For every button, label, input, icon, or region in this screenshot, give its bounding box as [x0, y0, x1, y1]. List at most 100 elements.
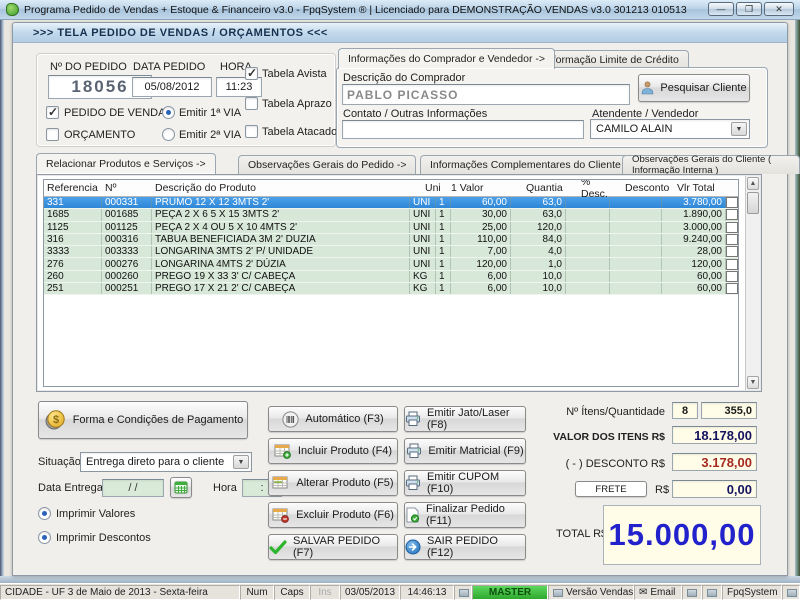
- header-vlr-total[interactable]: Vlr Total: [674, 182, 738, 194]
- scroll-thumb[interactable]: [747, 192, 759, 214]
- product-table: Referencia Nº Descrição do Produto Uni 1…: [36, 174, 762, 392]
- emitir-matricial-button[interactable]: Emitir Matricial (F9): [404, 438, 526, 464]
- tab-comprador[interactable]: Informações do Comprador e Vendedor ->: [338, 48, 555, 69]
- table-row[interactable]: 331 000331 PRUMO 12 X 12 3MTS 2' UNI 1 60,00 6…: [44, 197, 738, 210]
- table-scrollbar[interactable]: ▲ ▼: [745, 176, 760, 390]
- maximize-button[interactable]: ❐: [736, 2, 762, 16]
- tab-observacoes-pedido[interactable]: Observações Gerais do Pedido ->: [238, 155, 417, 174]
- sair-pedido-button[interactable]: SAIR PEDIDO (F12): [404, 534, 526, 560]
- email-icon: ✉: [639, 587, 648, 598]
- header-valor[interactable]: 1 Valor: [448, 182, 523, 194]
- header-numero[interactable]: Nº: [102, 182, 152, 194]
- descricao-comprador-field[interactable]: PABLO PICASSO: [342, 84, 630, 105]
- sair-pedido-label: SAIR PEDIDO (F12): [427, 535, 498, 559]
- imprimir-valores-label: Imprimir Valores: [56, 508, 136, 520]
- salvar-pedido-button[interactable]: SALVAR PEDIDO (F7): [268, 534, 398, 560]
- situacao-select[interactable]: Entrega direto para o cliente: [80, 452, 252, 472]
- desconto-label: ( - ) DESCONTO R$: [565, 458, 665, 470]
- minimize-button[interactable]: —: [708, 2, 734, 16]
- tabela-atacado-checkbox[interactable]: [245, 125, 258, 138]
- emitir-1via-label: Emitir 1ª VIA: [179, 107, 242, 119]
- tabela-aprazo-checkbox[interactable]: [245, 97, 258, 110]
- automatico-button[interactable]: Automático (F3): [268, 406, 398, 432]
- version-icon: [553, 588, 563, 597]
- pedido-venda-checkbox[interactable]: [46, 105, 59, 119]
- pedido-venda-label: PEDIDO DE VENDA: [64, 107, 166, 119]
- order-date-field[interactable]: 05/08/2012: [132, 77, 212, 97]
- frete-field: 0,00: [672, 480, 757, 498]
- pesquisar-cliente-button[interactable]: Pesquisar Cliente: [638, 74, 750, 102]
- contato-field[interactable]: [342, 120, 584, 139]
- finalizar-pedido-button[interactable]: Finalizar Pedido (F11): [404, 502, 526, 528]
- valor-itens-label: VALOR DOS ITENS R$: [553, 431, 665, 443]
- table-row[interactable]: 3333 003333 LONGARINA 3MTS 2' P/ UNIDADE UN…: [44, 246, 738, 259]
- emitir-cupom-button[interactable]: Emitir CUPOM (F10): [404, 470, 526, 496]
- app-icon: [6, 3, 19, 16]
- orcamento-label: ORÇAMENTO: [64, 129, 136, 141]
- status-bar: CIDADE - UF 3 de Maio de 2013 - Sexta-fe…: [0, 583, 800, 600]
- emitir-jato-label: Emitir Jato/Laser (F8): [427, 407, 510, 431]
- header-referencia[interactable]: Referencia: [44, 182, 102, 194]
- order-time-field[interactable]: 11:23: [216, 77, 262, 97]
- emitir-2via-radio[interactable]: [162, 128, 175, 141]
- printer-icon: [405, 411, 421, 427]
- table-row[interactable]: 1125 001125 PEÇA 2 X 4 OU 5 X 10 4MTS 2' UN…: [44, 221, 738, 234]
- status-email[interactable]: ✉ Email: [634, 585, 682, 600]
- printer-icon: [405, 475, 421, 491]
- contato-label: Contato / Outras Informações: [343, 108, 488, 120]
- emitir-matricial-label: Emitir Matricial (F9): [428, 445, 524, 457]
- orcamento-checkbox[interactable]: [46, 128, 59, 141]
- table-row[interactable]: 251 000251 PREGO 17 X 21 2' C/ CABEÇA KG 1 6,…: [44, 283, 738, 296]
- person-icon: [641, 81, 654, 95]
- header-uni[interactable]: Uni: [422, 182, 448, 194]
- header-descricao[interactable]: Descrição do Produto: [152, 182, 422, 194]
- tabela-avista-checkbox[interactable]: [245, 66, 258, 80]
- emitir-1via-radio[interactable]: [162, 106, 175, 119]
- excluir-produto-button[interactable]: Excluir Produto (F6): [268, 502, 398, 528]
- table-row[interactable]: 260 000260 PREGO 19 X 33 3' C/ CABEÇA KG 1 6,…: [44, 270, 738, 284]
- window-title: Programa Pedido de Vendas + Estoque & Fi…: [24, 3, 687, 16]
- alterar-produto-label: Alterar Produto (F5): [296, 477, 394, 489]
- product-table-body: 331 000331 PRUMO 12 X 12 3MTS 2' UNI 1 60,00 6…: [44, 197, 738, 296]
- table-row[interactable]: 276 000276 LONGARINA 4MTS 2' DÚZIA UNI 1 120,…: [44, 258, 738, 271]
- window-titlebar[interactable]: Programa Pedido de Vendas + Estoque & Fi…: [0, 0, 800, 20]
- emitir-2via-label: Emitir 2ª VIA: [179, 129, 242, 141]
- payment-button[interactable]: $ Forma e Condições de Pagamento: [38, 401, 248, 439]
- imprimir-descontos-radio[interactable]: [38, 531, 51, 544]
- atendente-select[interactable]: CAMILO ALAIN: [590, 119, 750, 139]
- alterar-produto-button[interactable]: Alterar Produto (F5): [268, 470, 398, 496]
- hora-entrega-label: Hora: [213, 482, 237, 494]
- incluir-produto-button[interactable]: Incluir Produto (F4): [268, 438, 398, 464]
- itens-quantidade-label: Nº Ítens/Quantidade: [566, 406, 665, 418]
- exit-arrow-icon: [405, 539, 421, 555]
- descricao-comprador-label: Descrição do Comprador: [343, 72, 466, 84]
- salvar-pedido-label: SALVAR PEDIDO (F7): [293, 535, 381, 559]
- header-quantia[interactable]: Quantia: [523, 182, 578, 194]
- grid-minus-icon: [272, 508, 290, 523]
- document-check-icon: [405, 507, 420, 523]
- desconto-field: 3.178,00: [672, 453, 757, 471]
- frete-button[interactable]: FRETE: [575, 481, 647, 497]
- svg-text:$: $: [53, 414, 59, 426]
- scroll-down-icon[interactable]: ▼: [747, 376, 759, 389]
- tab-produtos[interactable]: Relacionar Produtos e Serviços ->: [36, 153, 216, 174]
- data-entrega-label: Data Entrega: [38, 482, 103, 494]
- form-titlebar: >>> TELA PEDIDO DE VENDAS / ORÇAMENTOS <…: [13, 23, 787, 43]
- calendar-button[interactable]: [170, 477, 192, 498]
- window-frame-left: [0, 20, 4, 583]
- imprimir-valores-radio[interactable]: [38, 507, 51, 520]
- close-button[interactable]: ✕: [764, 2, 794, 16]
- itens-count-field: 8: [672, 402, 698, 419]
- table-row[interactable]: 1685 001685 PEÇA 2 X 6 5 X 15 3MTS 2' UNI 1 3…: [44, 209, 738, 222]
- tab-complementares[interactable]: Informações Complementares do Cliente ->: [420, 155, 644, 174]
- table-row[interactable]: 316 000316 TABUA BENEFICIADA 3M 2' DUZIA UN…: [44, 233, 738, 247]
- emitir-jato-button[interactable]: Emitir Jato/Laser (F8): [404, 406, 526, 432]
- order-number-label: Nº DO PEDIDO: [50, 61, 127, 73]
- tab-cliente-interna[interactable]: Observações Gerais do Cliente ( Informaç…: [622, 154, 800, 176]
- application-window: Programa Pedido de Vendas + Estoque & Fi…: [0, 0, 800, 600]
- data-entrega-field[interactable]: / /: [102, 479, 164, 497]
- table-header[interactable]: Referencia Nº Descrição do Produto Uni 1…: [44, 180, 738, 200]
- scroll-up-icon[interactable]: ▲: [747, 177, 759, 190]
- header-desconto[interactable]: Desconto: [622, 182, 674, 194]
- window-frame-right: [795, 20, 800, 583]
